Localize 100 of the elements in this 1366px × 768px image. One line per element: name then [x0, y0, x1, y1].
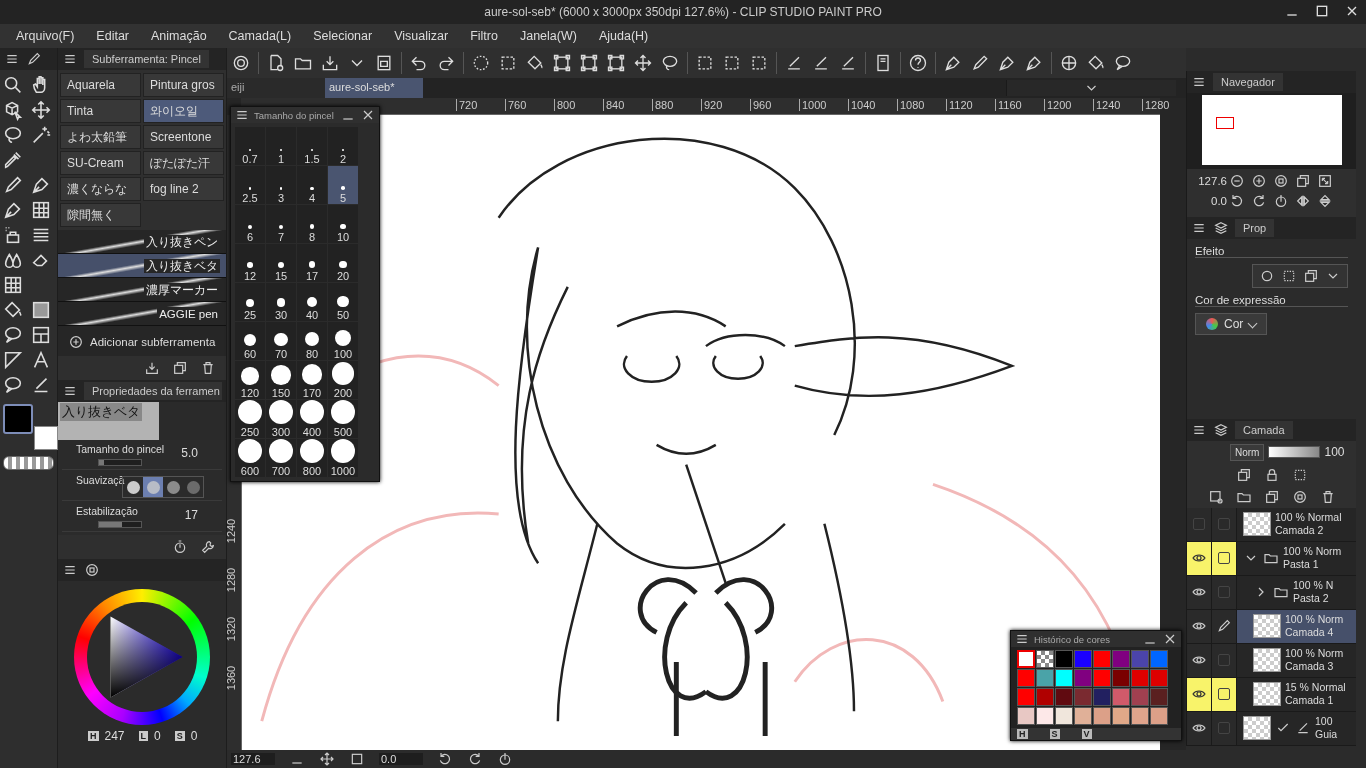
color-swatch[interactable] [1093, 669, 1111, 687]
color-swatch[interactable] [1074, 650, 1092, 668]
help-icon[interactable] [908, 53, 928, 73]
color-swatch[interactable] [1055, 688, 1073, 706]
panel-tab[interactable]: Camada [1235, 420, 1293, 439]
zoom-value[interactable]: 127.6 [231, 753, 275, 765]
brush-size-option[interactable]: 50 [328, 283, 358, 321]
brush-size-option[interactable]: 150 [266, 361, 296, 399]
visibility-cell[interactable] [1187, 677, 1212, 711]
brush-size-option[interactable]: 4 [297, 166, 327, 204]
wrench-icon[interactable] [200, 539, 216, 555]
subtool-button[interactable]: 濃くならな [60, 177, 141, 201]
triangle-icon[interactable] [2, 349, 24, 371]
rotate-left-icon[interactable] [1229, 192, 1245, 209]
color-swatch[interactable] [1074, 688, 1092, 706]
brush-size-option[interactable]: 250 [235, 400, 265, 438]
color-swatch[interactable] [1055, 707, 1073, 725]
brush-size-option[interactable]: 30 [266, 283, 296, 321]
timer-icon[interactable] [172, 539, 188, 555]
layer-item[interactable]: 100 % Norm Pasta 1 [1237, 541, 1356, 575]
layer-item[interactable]: 100 % Norm Camada 3 [1237, 643, 1356, 677]
brush-size-option[interactable]: 17 [297, 244, 327, 282]
layer-item[interactable]: 100 % Norm Camada 4 [1237, 609, 1356, 643]
maximize-icon[interactable] [1314, 3, 1330, 19]
fit-screen-icon[interactable] [1317, 172, 1333, 189]
gradient-icon[interactable] [30, 299, 52, 321]
brush-size-option[interactable]: 80 [297, 322, 327, 360]
brush-size-option[interactable]: 12 [235, 244, 265, 282]
brush-size-option[interactable]: 170 [297, 361, 327, 399]
slider-track[interactable] [98, 521, 142, 528]
lasso-icon[interactable] [660, 53, 680, 73]
mode-button[interactable]: V [1081, 729, 1092, 739]
subtool-button[interactable]: よわ太鉛筆 [60, 125, 141, 149]
visibility-cell[interactable] [1187, 643, 1212, 677]
panel-layout-icon[interactable] [30, 324, 52, 346]
color-swatch[interactable] [1036, 688, 1054, 706]
brush-size-option[interactable]: 6 [235, 205, 265, 243]
panel-tab[interactable]: Navegador [1213, 72, 1283, 91]
visibility-cell[interactable] [1187, 541, 1212, 575]
subtool-button[interactable]: Pintura gros [143, 73, 224, 97]
color-swatch[interactable] [1093, 688, 1111, 706]
brush-size-option[interactable]: 8 [297, 205, 327, 243]
menu-item[interactable]: Arquivo(F) [5, 29, 86, 43]
color-swatch[interactable] [1093, 650, 1111, 668]
mode-button[interactable]: H [1017, 729, 1028, 739]
brush-size-option[interactable]: 300 [266, 400, 296, 438]
slider-track[interactable] [98, 459, 142, 466]
brush-item[interactable]: AGGIE pen [58, 302, 226, 326]
transform-icon[interactable] [579, 53, 599, 73]
navigator-preview[interactable] [1201, 94, 1342, 165]
color-swatch[interactable] [1055, 650, 1073, 668]
lasso-icon[interactable] [2, 124, 24, 146]
layer-item[interactable]: 100 % Normal Camada 2 [1237, 507, 1356, 541]
color-swatch[interactable] [1131, 688, 1149, 706]
opacity-value[interactable]: 100 [1324, 445, 1345, 459]
lock-cell[interactable] [1212, 541, 1237, 575]
visibility-cell[interactable] [1187, 507, 1212, 541]
brush-size-option[interactable]: 1.5 [297, 127, 327, 165]
new-layer-icon[interactable] [1207, 488, 1224, 505]
panel-tab[interactable]: Propriedades da ferramen [84, 382, 222, 400]
grid-icon[interactable] [2, 274, 24, 296]
subtool-button[interactable]: Screentone [143, 125, 224, 149]
color-mode-dropdown[interactable]: Cor [1195, 312, 1268, 335]
menu-item[interactable]: Animação [140, 29, 218, 43]
brush-size-option[interactable]: 200 [328, 361, 358, 399]
property-value[interactable]: 17 [184, 508, 198, 522]
copy-icon[interactable] [1235, 466, 1252, 483]
spiral-icon[interactable] [231, 53, 251, 73]
property-value[interactable]: 5.0 [181, 446, 198, 460]
layers-icon[interactable] [1213, 421, 1229, 438]
subtool-button[interactable]: 와이오일 [143, 99, 224, 123]
document-tab[interactable]: eiji [227, 78, 325, 98]
brush-size-option[interactable]: 500 [328, 400, 358, 438]
color-swatch[interactable] [1131, 707, 1149, 725]
download-icon[interactable] [320, 53, 340, 73]
copy-icon[interactable] [172, 360, 188, 376]
color-swatch[interactable] [1112, 707, 1130, 725]
brush-size-option[interactable]: 1 [266, 127, 296, 165]
color-swatch[interactable] [1074, 669, 1092, 687]
layer-item[interactable]: 100 % N Pasta 2 [1237, 575, 1356, 609]
brush-size-option[interactable]: 60 [235, 322, 265, 360]
color-swatch[interactable] [1017, 669, 1035, 687]
trash-icon[interactable] [200, 360, 216, 376]
sub-color-swatch[interactable] [34, 426, 58, 450]
menu-item[interactable]: Visualizar [383, 29, 460, 43]
flip-vertical-icon[interactable] [1317, 192, 1333, 209]
subtool-button[interactable]: Aquarela [60, 73, 141, 97]
brush-size-option[interactable]: 100 [328, 322, 358, 360]
rotate-left-icon[interactable] [437, 751, 453, 767]
blend-mode-dropdown[interactable]: Norm [1230, 443, 1265, 461]
lock-cell[interactable] [1212, 643, 1237, 677]
color-swatch[interactable] [1017, 707, 1035, 725]
brush-size-option[interactable]: 20 [328, 244, 358, 282]
layer-item[interactable]: 15 % Normal Camada 1 [1237, 677, 1356, 711]
lock-cell[interactable] [1212, 507, 1237, 541]
subtool-button[interactable]: ぽたぽた汗 [143, 151, 224, 175]
zoom-value[interactable]: 127.6 [1191, 174, 1227, 187]
brush-size-option[interactable]: 70 [266, 322, 296, 360]
main-color-swatch[interactable] [3, 404, 33, 434]
dotted-circle-icon[interactable] [471, 53, 491, 73]
